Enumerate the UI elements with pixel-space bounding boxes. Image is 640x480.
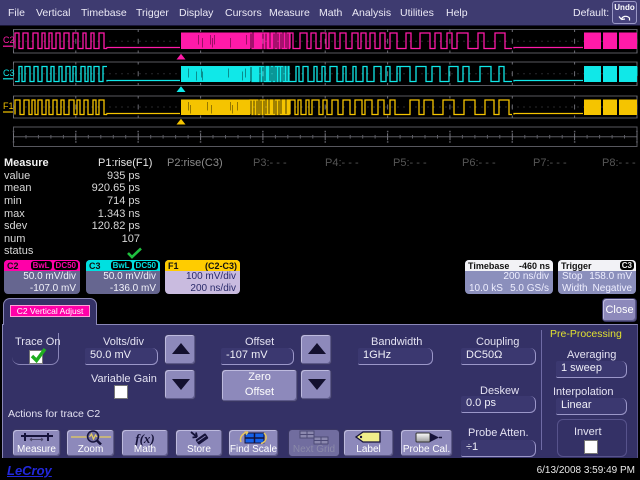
svg-text:C3: C3 [3,68,15,78]
svg-text:F1: F1 [3,101,14,111]
svg-text:C2: C2 [3,35,15,45]
